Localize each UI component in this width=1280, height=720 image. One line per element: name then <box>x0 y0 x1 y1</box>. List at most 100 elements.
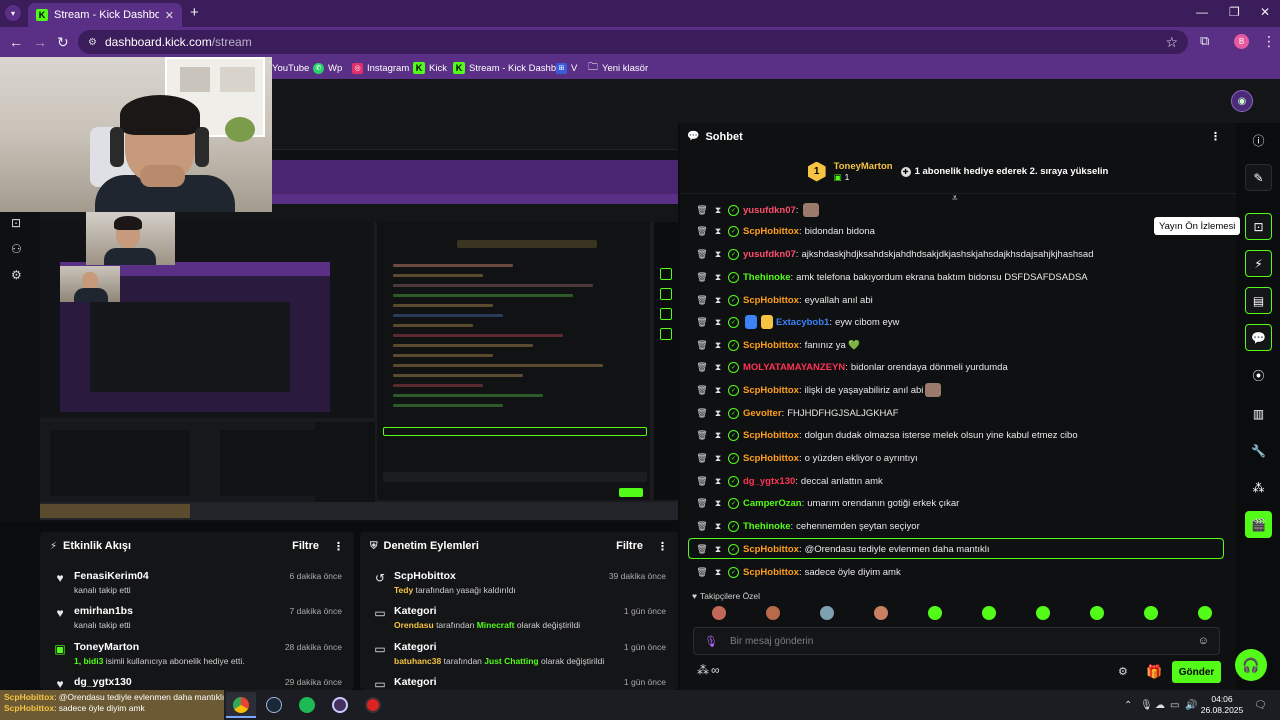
preview-icon[interactable]: ⊡ <box>11 216 21 230</box>
timeout-icon[interactable]: ⧗ <box>712 521 724 532</box>
bookmark-folder[interactable]: 🗀 Yeni klasör <box>588 60 648 76</box>
chat-username[interactable]: ScpHobittox <box>743 340 799 351</box>
timeout-icon[interactable]: ⧗ <box>712 476 724 487</box>
send-button[interactable]: Gönder <box>1172 661 1221 683</box>
chat-message[interactable]: 🗑 ⧗ ✓ Thehinoke: cehennemden şeytan seçiyor <box>696 516 920 536</box>
chat-icon[interactable]: 💬 <box>1245 324 1272 351</box>
bookmark-wp[interactable]: ✆ Wp <box>313 60 342 76</box>
user-avatar[interactable]: ◉ <box>1231 90 1253 112</box>
chat-message[interactable]: 🗑 ⧗ ✓ dg_ygtx130: deccal anlattın amk <box>696 471 883 491</box>
delete-message-icon[interactable]: 🗑 <box>696 430 708 441</box>
timeout-icon[interactable]: ⧗ <box>712 385 724 396</box>
chat-username[interactable]: ScpHobittox <box>743 385 799 396</box>
chat-message[interactable]: 🗑 ⧗ ✓ ScpHobittox: dolgun dudak olmazsa iste… <box>696 425 1078 445</box>
chat-message[interactable]: 🗑 ⧗ ✓ ScpHobittox: eyvallah anıl abi <box>696 290 873 310</box>
delete-message-icon[interactable]: 🗑 <box>696 226 708 237</box>
emote-icon[interactable] <box>1144 606 1158 620</box>
delete-message-icon[interactable]: 🗑 <box>696 498 708 509</box>
browser-menu-icon[interactable]: ⋮ <box>1262 33 1276 50</box>
emote-icon[interactable] <box>1036 606 1050 620</box>
emote-icon[interactable] <box>1090 606 1104 620</box>
emoji-icon[interactable]: ☺ <box>1198 635 1209 647</box>
emote-icon[interactable] <box>820 606 834 620</box>
delete-message-icon[interactable]: 🗑 <box>696 408 708 419</box>
chat-message[interactable]: 🗑 ⧗ ✓ ScpHobittox: sadece öyle diyim amk <box>696 562 901 582</box>
timeout-icon[interactable]: ⧗ <box>712 340 724 351</box>
delete-message-icon[interactable]: 🗑 <box>696 362 708 373</box>
timeout-icon[interactable]: ⧗ <box>712 272 724 283</box>
timeout-icon[interactable]: ⧗ <box>712 205 724 216</box>
emote-icon[interactable] <box>766 606 780 620</box>
gear-icon[interactable]: ⚙ <box>11 268 22 282</box>
timeout-icon[interactable]: ⧗ <box>712 498 724 509</box>
collapse-icon[interactable]: ⩡ <box>952 193 958 204</box>
chat-message[interactable]: 🗑 ⧗ ✓ Extacybob1: eyw cibom eyw <box>696 312 899 332</box>
timeout-icon[interactable]: ⧗ <box>712 430 724 441</box>
chat-message[interactable]: 🗑 ⧗ ✓ ScpHobittox: fanınız ya 💚 <box>696 335 860 355</box>
help-chat-icon[interactable]: 🎧 <box>1235 649 1267 681</box>
delete-message-icon[interactable]: 🗑 <box>696 249 708 260</box>
bookmark-kick[interactable]: K Kick <box>413 60 447 76</box>
delete-message-icon[interactable]: 🗑 <box>696 476 708 487</box>
chat-message[interactable]: 🗑 ⧗ ✓ CamperOzan: umarım orendanın gotiği er… <box>696 493 959 513</box>
minimize-icon[interactable]: — <box>1196 5 1208 19</box>
clapperboard-icon[interactable]: 🎬 <box>1245 511 1272 538</box>
chat-username[interactable]: ScpHobittox <box>743 453 799 464</box>
chat-username[interactable]: Thehinoke <box>743 272 791 283</box>
more-options-icon[interactable]: ⋮ <box>1210 130 1221 143</box>
pinned-gift-leaderboard[interactable]: 1 ToneyMarton ▣ 1 ✚ 1 abonelik hediye eder… <box>680 150 1236 194</box>
volume-icon[interactable]: 🔊 <box>1185 700 1197 711</box>
spotify-icon[interactable] <box>299 697 315 713</box>
chat-message[interactable]: 🗑 ⧗ ✓ yusufdkn07: <box>696 200 820 220</box>
points-icon[interactable]: ⁂ <box>697 663 709 677</box>
chat-username[interactable]: ScpHobittox <box>743 295 799 306</box>
delete-message-icon[interactable]: 🗑 <box>696 295 708 306</box>
timeout-icon[interactable]: ⧗ <box>712 408 724 419</box>
timeout-icon[interactable]: ⧗ <box>712 295 724 306</box>
obs-icon[interactable] <box>332 697 348 713</box>
chat-username[interactable]: Extacybob1 <box>776 317 829 328</box>
chat-message[interactable]: 🗑 ⧗ ✓ yusufdkn07: ajkshdaskjhdjksahdskjahdhd… <box>696 244 1093 264</box>
points-icon[interactable]: ⁂ <box>1245 474 1272 501</box>
taskbar-clock[interactable]: 04:06 26.08.2025 <box>1198 694 1246 716</box>
delete-message-icon[interactable]: 🗑 <box>696 385 708 396</box>
timeout-icon[interactable]: ⧗ <box>712 226 724 237</box>
restore-icon[interactable]: ❐ <box>1229 5 1240 19</box>
chat-username[interactable]: MOLYATAMAYANZEYN <box>743 362 845 373</box>
cloud-icon[interactable]: ☁ <box>1155 700 1165 711</box>
back-arrow-icon[interactable]: ← <box>9 34 23 50</box>
close-icon[interactable]: ✕ <box>165 9 174 22</box>
emote-icon[interactable] <box>928 606 942 620</box>
delete-message-icon[interactable]: 🗑 <box>696 567 708 578</box>
chat-username[interactable]: yusufdkn07 <box>743 205 796 216</box>
delete-message-icon[interactable]: 🗑 <box>696 317 708 328</box>
emote-icon[interactable] <box>982 606 996 620</box>
chat-message[interactable]: 🗑 ⧗ ✓ Gevolter: FHJHDFHGJSALJGKHAF <box>696 403 899 423</box>
chat-username[interactable]: CamperOzan <box>743 498 802 509</box>
stack-icon[interactable]: ▥ <box>1245 400 1272 427</box>
microphone-icon[interactable]: 🎙 <box>1140 700 1153 711</box>
chat-input[interactable]: 🎙 Bir mesaj gönderin ☺ <box>693 627 1220 655</box>
wrench-icon[interactable]: 🔧 <box>1245 437 1272 464</box>
infinity-icon[interactable]: ∞ <box>711 663 720 677</box>
profile-avatar[interactable]: B <box>1234 34 1249 49</box>
timeout-icon[interactable]: ⧗ <box>712 362 724 373</box>
chat-message[interactable]: 🗑 ⧗ ✓ Thehinoke: amk telefona bakıyordum ekr… <box>696 267 1088 287</box>
bookmark-instagram[interactable]: ◎ Instagram <box>352 60 409 76</box>
tab-search-menu[interactable]: ▾ <box>5 5 21 21</box>
forward-arrow-icon[interactable]: → <box>33 34 47 50</box>
microphone-icon[interactable]: 🎙 <box>704 635 718 648</box>
activity-filter-button[interactable]: Filtre <box>292 540 319 552</box>
chat-username[interactable]: ScpHobittox <box>743 430 799 441</box>
delete-message-icon[interactable]: 🗑 <box>696 205 708 216</box>
window-close-icon[interactable]: ✕ <box>1260 5 1270 19</box>
emote-icon[interactable] <box>1198 606 1212 620</box>
chat-settings-icon[interactable]: ⚙ <box>1118 665 1128 678</box>
chat-username[interactable]: Gevolter <box>743 408 782 419</box>
bookmark-youtube[interactable]: YouTube <box>272 60 309 76</box>
chat-message[interactable]: 🗑 ⧗ ✓ ScpHobittox: bidondan bidona <box>696 221 875 241</box>
lightning-icon[interactable]: ⚡ <box>1245 250 1272 277</box>
steam-icon[interactable] <box>266 697 282 713</box>
info-icon[interactable]: ⓘ <box>1245 127 1272 154</box>
document-icon[interactable]: ▤ <box>1245 287 1272 314</box>
